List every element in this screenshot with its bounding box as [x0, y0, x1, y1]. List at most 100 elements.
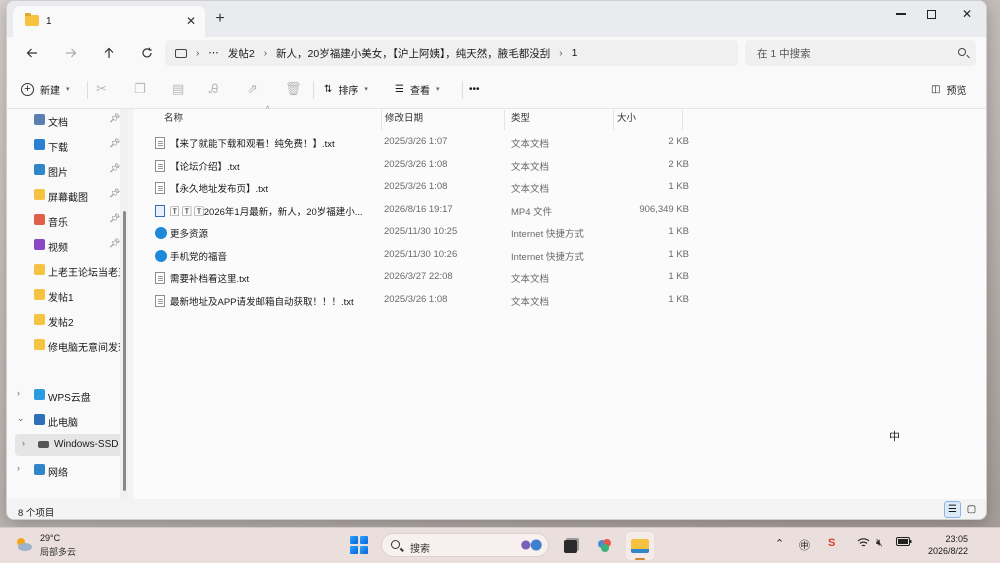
more-button[interactable]: •••	[469, 80, 480, 98]
tree-item-label: 网络	[48, 468, 68, 479]
preview-button[interactable]: ◫ 预览	[931, 80, 966, 98]
column-header-name[interactable]: 名称	[159, 110, 382, 130]
ime-mode-icon[interactable]: ㊥	[799, 537, 810, 553]
paste-button[interactable]: ▤	[172, 80, 184, 98]
column-header-date[interactable]: 修改日期	[380, 110, 505, 130]
chevron-up-icon[interactable]: ⌃	[775, 537, 784, 550]
breadcrumb-item[interactable]: 发帖2	[228, 46, 255, 61]
search-box[interactable]: 在 1 中搜索	[745, 40, 976, 66]
share-button[interactable]: ⇗	[247, 80, 258, 98]
sidebar-item[interactable]: 发帖2	[7, 309, 122, 331]
minimize-icon	[896, 13, 906, 15]
rename-button[interactable]: Ꭿ	[209, 80, 218, 98]
sidebar-item[interactable]: 屏幕截图 📌︎	[7, 184, 122, 206]
file-date: 2025/3/26 1:08	[384, 293, 448, 305]
taskbar-app-wps[interactable]	[591, 532, 619, 560]
chevron-right-icon: ›	[263, 47, 268, 59]
folder-icon	[631, 539, 649, 553]
file-row[interactable]: 手机党的福音 2025/11/30 10:26 Internet 快捷方式 1 KB	[149, 244, 689, 266]
weather-temperature[interactable]: 29°C	[40, 533, 60, 543]
file-row[interactable]: 【论坛介绍】.txt 2025/3/26 1:08 文本文档 2 KB	[149, 154, 689, 176]
tree-item[interactable]: › Windows-SSD	[15, 434, 123, 456]
sidebar-scroll-thumb[interactable]	[123, 211, 126, 491]
chevron-right-icon[interactable]: ›	[22, 438, 25, 448]
back-button[interactable]	[21, 42, 43, 64]
chevron-down-icon: ▾	[435, 86, 440, 93]
file-size: 1 KB	[668, 181, 689, 192]
file-row[interactable]: 更多资源 2025/11/30 10:25 Internet 快捷方式 1 KB	[149, 221, 689, 243]
up-button[interactable]	[98, 42, 120, 64]
file-row[interactable]: 🅃 🅃 🅃2026年1月最新，新人，20岁福建小... 2026/8/16 19:…	[149, 199, 689, 221]
sidebar-item[interactable]: 下载 📌︎	[7, 134, 122, 156]
file-row[interactable]: 【来了就能下载和观看！纯免费！】.txt 2025/3/26 1:07 文本文档 2 …	[149, 131, 689, 153]
sidebar-item[interactable]: 视频 📌︎	[7, 234, 122, 256]
file-name: 更多资源	[170, 229, 209, 240]
file-name: 需要补档看这里.txt	[170, 274, 250, 285]
file-row[interactable]: 最新地址及APP请发邮箱自动获取！！！.txt 2025/3/26 1:08 文本文…	[149, 289, 689, 311]
tab-current[interactable]: 1 ✕	[13, 6, 205, 37]
chevron-right-icon[interactable]: ›	[17, 388, 20, 398]
wps-icon[interactable]: S	[828, 537, 835, 549]
copy-button[interactable]: ❐	[134, 80, 146, 98]
system-clock[interactable]: 23:05 2026/8/22	[920, 533, 968, 557]
column-header-size[interactable]: 大小	[612, 110, 683, 130]
new-button[interactable]: + 新建 ▾	[21, 80, 70, 98]
details-view-button[interactable]: ☰	[944, 501, 961, 518]
sidebar-item[interactable]: 图片 📌︎	[7, 159, 122, 181]
sidebar-item[interactable]: 音乐 📌︎	[7, 209, 122, 231]
start-button[interactable]	[350, 536, 368, 554]
sidebar-item-label: 音乐	[48, 218, 68, 229]
folder-icon	[34, 289, 45, 300]
tree-item[interactable]: › WPS云盘	[7, 384, 122, 406]
file-name: 【来了就能下载和观看！纯免费！】.txt	[170, 139, 335, 150]
sort-ascending-icon: ^	[266, 106, 270, 113]
sidebar-item[interactable]: 文档 📌︎	[7, 109, 122, 131]
weather-description[interactable]: 局部多云	[40, 545, 76, 558]
file-row[interactable]: 需要补档看这里.txt 2026/3/27 22:08 文本文档 1 KB	[149, 266, 689, 288]
tiles-view-button[interactable]: ▢	[963, 501, 980, 518]
file-type: 文本文档	[511, 161, 550, 173]
wifi-icon[interactable]	[857, 537, 870, 551]
refresh-button[interactable]	[136, 42, 158, 64]
clock-date: 2026/8/22	[927, 546, 968, 556]
breadcrumb-item[interactable]: 1	[572, 47, 578, 59]
tree-item[interactable]: ⌄ 此电脑	[7, 409, 122, 431]
taskbar-search[interactable]: 搜索	[381, 533, 549, 557]
arrow-up-icon	[104, 47, 114, 58]
tab-title: 1	[46, 16, 52, 27]
breadcrumb-item[interactable]: 新人，20岁福建小美女，【沪上阿姨】，纯天然，腋毛都没刮	[276, 46, 550, 61]
chevron-right-icon[interactable]: ›	[17, 463, 20, 473]
arrow-left-icon	[26, 48, 37, 58]
delete-button[interactable]: 🗑	[285, 80, 302, 98]
address-bar[interactable]: › ⋯ 发帖2 › 新人，20岁福建小美女，【沪上阿姨】，纯天然，腋毛都没刮 ›…	[165, 40, 738, 66]
taskbar-app-explorer[interactable]	[626, 532, 654, 560]
sidebar-item[interactable]: 上老王论坛当老王	[7, 259, 122, 281]
cut-button[interactable]: ✂	[96, 80, 107, 98]
preview-pane-icon: ◫	[931, 83, 941, 95]
sidebar-item[interactable]: 修电脑无意间发现	[7, 334, 122, 356]
download-icon	[34, 139, 45, 150]
status-bar: 8 个项目 ☰ ▢	[7, 499, 986, 519]
maximize-button[interactable]	[913, 3, 949, 25]
sidebar-item[interactable]: 发帖1	[7, 284, 122, 306]
breadcrumb-more[interactable]: ⋯	[208, 47, 219, 59]
taskbar-app-terminal[interactable]	[556, 532, 584, 560]
volume-muted-icon[interactable]: 🔇︎	[876, 537, 883, 550]
sort-label: 排序	[338, 85, 359, 97]
forward-button[interactable]	[60, 42, 82, 64]
partly-cloudy-icon[interactable]	[13, 536, 33, 552]
battery-icon[interactable]	[896, 537, 912, 549]
tab-close-button[interactable]: ✕	[183, 13, 199, 29]
refresh-icon	[142, 47, 152, 58]
sort-button[interactable]: ⇅ 排序 ▾	[324, 80, 368, 98]
column-header-type[interactable]: 类型	[506, 110, 614, 130]
tree-item[interactable]: › 网络	[7, 459, 122, 481]
view-label: 查看	[409, 85, 430, 97]
chevron-down-icon[interactable]: ⌄	[17, 413, 25, 424]
close-window-button[interactable]: ✕	[949, 3, 985, 25]
file-row[interactable]: 【永久地址发布页】.txt 2025/3/26 1:08 文本文档 1 KB	[149, 176, 689, 198]
view-button[interactable]: ☰ 查看 ▾	[395, 80, 439, 98]
file-list: 名称 ^ 修改日期 类型 大小 【来了就能下载和观看！纯免费！】.txt 2025…	[133, 106, 986, 499]
new-tab-button[interactable]: +	[210, 10, 230, 30]
sort-icon: ⇅	[324, 83, 333, 95]
